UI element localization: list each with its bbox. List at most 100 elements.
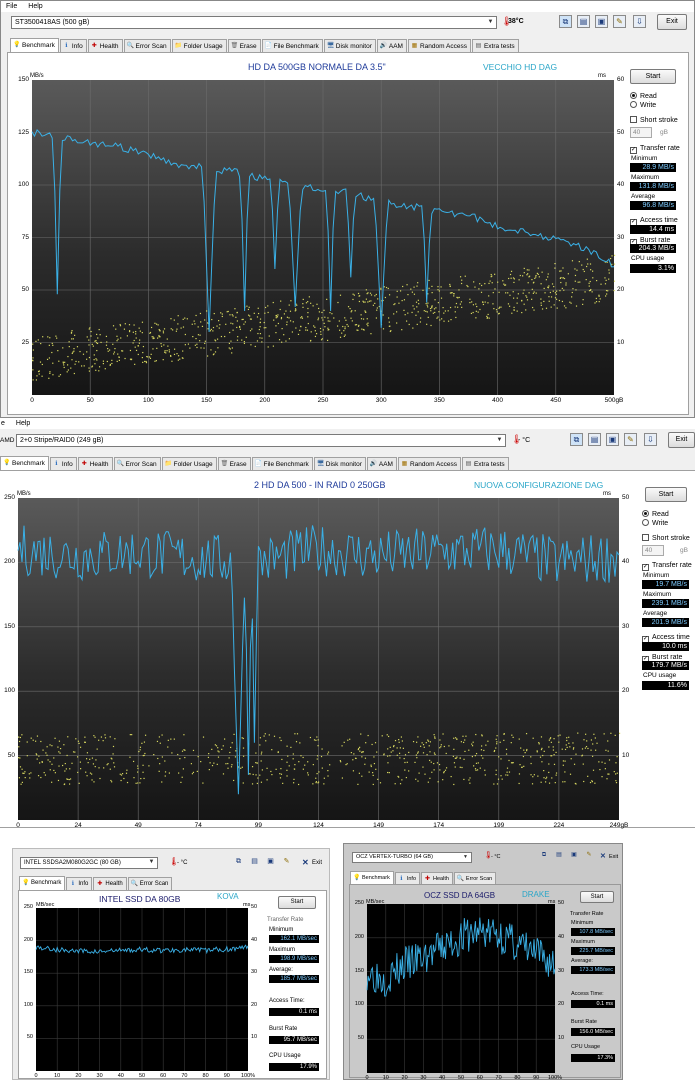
drive-select[interactable]: 2+0 Stripe/RAID0 (249 gB) ▼ [16,434,506,447]
tab-benchmark[interactable]: 💡 Benchmark [19,876,66,890]
access-time-point [454,757,456,759]
tab-random-access[interactable]: ▦ Random Access [397,457,461,470]
tab-disk-monitor[interactable]: 🖥 Disk monitor [313,457,366,470]
tab-erase[interactable]: 🗑 Erase [217,457,251,470]
read-radio[interactable]: Read [630,92,657,101]
stroke-spinner[interactable]: 40 [630,127,652,138]
tab-aam[interactable]: 🔊 AAM [366,457,397,470]
save-icon[interactable]: ▣ [606,433,619,446]
drive-select[interactable]: OCZ VERTEX-TURBO (64 GB) ▼ [352,852,472,863]
access-time-point [511,312,513,314]
tab-erase[interactable]: 🗑 Erase [227,39,261,52]
copy-all-icon[interactable]: ▤ [249,857,260,868]
short-stroke-checkbox[interactable]: Short stroke [642,534,690,543]
copy-all-icon[interactable]: ▤ [554,851,564,861]
tab-file-benchmark[interactable]: 📄 File Benchmark [261,39,323,52]
access-time-point [45,752,47,754]
menu-help[interactable]: Help [28,1,42,12]
write-radio[interactable]: Write [630,101,656,110]
copy-icon[interactable]: ⧉ [539,851,549,861]
copy-all-icon[interactable]: ▤ [577,15,590,28]
tab-benchmark[interactable]: 💡 Benchmark [0,456,49,470]
tab-folder-usage[interactable]: 📁 Folder Usage [171,39,227,52]
save-icon[interactable]: ▣ [569,851,579,861]
write-label: Write [652,520,669,527]
access-time-point [345,319,347,321]
access-time-point [429,741,431,743]
copy-icon[interactable]: ⧉ [570,433,583,446]
start-button[interactable]: Start [278,896,316,909]
tab-info[interactable]: ℹ Info [66,877,93,890]
access-time-point [331,313,333,315]
start-button[interactable]: Start [580,891,614,903]
tab-file-benchmark[interactable]: 📄 File Benchmark [251,457,313,470]
tab-health[interactable]: ✚ Health [87,39,123,52]
exit-button[interactable]: Exit [668,432,695,448]
access-time-point [347,325,349,327]
options-icon[interactable]: ✎ [624,433,637,446]
copy-icon[interactable]: ⧉ [233,857,244,868]
copy-all-icon[interactable]: ▤ [588,433,601,446]
download-icon[interactable]: ⇩ [644,433,657,446]
start-button[interactable]: Start [630,69,676,84]
options-icon[interactable]: ✎ [613,15,626,28]
options-icon[interactable]: ✎ [584,851,594,861]
access-time-point [328,329,330,331]
menu-help[interactable]: Help [16,418,30,429]
tab-info[interactable]: ℹ Info [59,39,87,52]
tab-extra-tests[interactable]: ▤ Extra tests [461,457,509,470]
stroke-spinner[interactable]: 40 [642,545,664,556]
menu-file[interactable]: e [1,418,5,429]
menu-file[interactable]: File [6,1,17,12]
tab-error-scan[interactable]: 🔍 Error Scan [113,457,161,470]
minimum-label: Minimum [571,920,594,926]
access-time-point [116,335,118,337]
access-time-point [582,268,584,271]
access-time-point [135,349,138,352]
access-time-point [48,344,50,346]
access-time-point [54,772,56,774]
access-time-point [432,312,434,314]
tab-aam[interactable]: 🔊 AAM [376,39,407,52]
access-time-point [390,751,392,753]
read-radio[interactable]: Read [642,510,669,519]
tab-extra-tests[interactable]: ▤ Extra tests [471,39,519,52]
tab-benchmark[interactable]: 💡 Benchmark [350,871,394,885]
tab-benchmark[interactable]: 💡 Benchmark [10,38,59,52]
tab-health[interactable]: ✚ Health [93,877,127,890]
tab-disk-monitor[interactable]: 🖥 Disk monitor [323,39,376,52]
access-time-point [473,281,475,283]
download-icon[interactable]: ⇩ [633,15,646,28]
access-time-point [90,330,92,333]
save-icon[interactable]: ▣ [595,15,608,28]
exit-button[interactable]: Exit [312,860,322,866]
close-icon[interactable]: ✕ [600,852,606,860]
tab-info[interactable]: ℹ Info [49,457,77,470]
close-icon[interactable]: ✕ [302,858,309,867]
exit-button[interactable]: Exit [657,14,687,30]
access-time-point [74,363,76,365]
access-time-point [550,741,552,743]
start-button[interactable]: Start [645,487,687,502]
access-time-point [498,756,500,758]
tab-health[interactable]: ✚ Health [77,457,113,470]
access-time-point [605,295,607,297]
short-stroke-checkbox[interactable]: Short stroke [630,116,678,125]
access-time-point [133,324,135,326]
tab-folder-usage[interactable]: 📁 Folder Usage [161,457,217,470]
exit-button[interactable]: Exit [609,854,618,860]
y-unit-right: ms [603,491,611,497]
copy-icon[interactable]: ⧉ [559,15,572,28]
tab-random-access[interactable]: ▦ Random Access [407,39,471,52]
save-icon[interactable]: ▣ [265,857,276,868]
drive-select[interactable]: INTEL SSDSA2M080G2GC (80 GB) ▼ [20,857,158,869]
access-time-point [572,742,574,744]
tab-error-scan[interactable]: 🔍 Error Scan [123,39,171,52]
transfer-rate-checkbox[interactable]: ✓ Transfer rate [642,561,692,571]
tab-error-scan[interactable]: 🔍 Error Scan [127,877,173,890]
x-tick-label: 124 [313,822,324,829]
write-radio[interactable]: Write [642,519,668,528]
options-icon[interactable]: ✎ [281,857,292,868]
drive-select[interactable]: ST3500418AS (500 gB) ▼ [11,16,497,29]
transfer-rate-checkbox[interactable]: ✓ Transfer rate [630,144,680,154]
